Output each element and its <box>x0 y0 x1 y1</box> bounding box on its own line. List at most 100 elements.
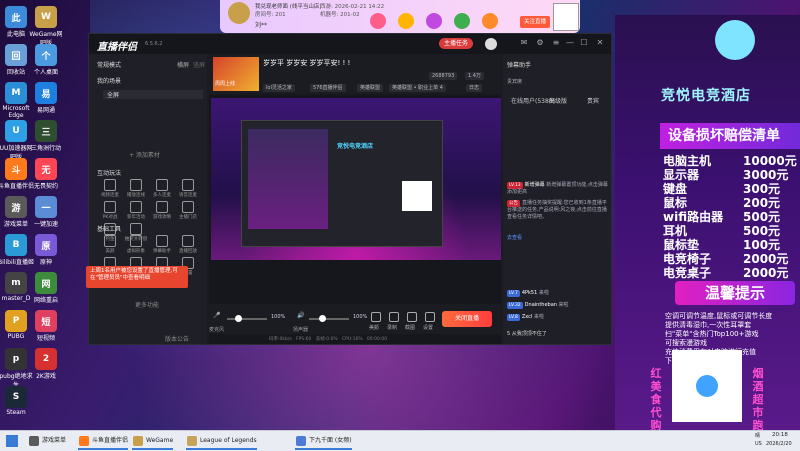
interact-item[interactable]: 多人连麦 <box>149 178 175 200</box>
more-features[interactable]: 更多功能 <box>135 300 159 309</box>
gift3-icon[interactable] <box>454 13 470 29</box>
user-avatar[interactable] <box>485 38 497 50</box>
mic-icon[interactable]: 🎤 <box>213 312 220 319</box>
taskbar-item[interactable]: 下九千面 (女频) <box>295 434 352 450</box>
speaker-slider[interactable] <box>309 315 349 322</box>
taskbar-item[interactable]: 斗鱼直播伴侣 <box>78 434 129 450</box>
clock-time[interactable]: 20:18 <box>772 432 788 438</box>
control-button[interactable]: 设置 <box>423 324 433 331</box>
chat-user[interactable]: Dnaintheban <box>525 302 559 308</box>
menu-icon[interactable]: ≡ <box>551 38 561 48</box>
streaming-app-window: 直播伴侣 6.5.6.2 主播任务 ✉ ⚙ ≡ — ☐ ✕ 常规模式 横屏 竖屏… <box>88 33 612 345</box>
tool-item[interactable]: 虚拟形象 <box>123 234 149 256</box>
interact-item[interactable]: 语音连麦 <box>175 178 201 200</box>
desktop-icon[interactable]: 易易网通 <box>28 82 64 114</box>
app-icon: 2 <box>35 348 57 370</box>
mode-toggle-2[interactable]: 竖屏 <box>193 60 205 69</box>
interact-label: 游戏攻略 <box>153 215 171 220</box>
desktop-icon[interactable]: 无无畏契约 <box>28 158 64 190</box>
tool-item[interactable]: 弹幕助手 <box>149 234 175 256</box>
stream-tag[interactable]: 576直播伴侣 <box>310 84 346 92</box>
desktop-icon[interactable]: S Steam <box>0 386 34 416</box>
app-logo: 直播伴侣 <box>97 42 137 53</box>
chat-text: 来啦 <box>533 314 544 320</box>
desktop-icon-label: 网络重启 <box>33 297 58 304</box>
clock-date[interactable]: 2026/2/20 <box>766 441 792 447</box>
chat-assistant-title: 弹幕助手 <box>507 62 532 69</box>
chat-user[interactable]: Zxcl <box>522 314 534 320</box>
interact-item[interactable]: PK对战 <box>97 200 123 222</box>
desktop-icon-label: 无畏契约 <box>33 183 58 190</box>
taskbar-item[interactable]: WeGame <box>132 434 174 450</box>
chat-link[interactable]: 去查看 <box>507 234 522 241</box>
stream-preview[interactable]: 竞悦电竞酒店 <box>211 98 501 260</box>
app-icon: P <box>5 310 27 332</box>
mode-toggle[interactable]: 横屏 <box>177 60 189 69</box>
control-button[interactable]: 美颜 <box>369 324 379 331</box>
tool-item[interactable]: 美颜 <box>97 234 123 256</box>
interact-item[interactable]: 视频连麦 <box>97 178 123 200</box>
control-button[interactable]: 录制 <box>387 324 397 331</box>
gift4-icon[interactable] <box>482 13 498 29</box>
stream-tag[interactable]: 英雄联盟 • 职业上单 4 <box>389 84 446 92</box>
minimize-icon[interactable]: — <box>565 38 575 48</box>
settings-icon[interactable]: ⚙ <box>535 38 545 48</box>
taskbar-item[interactable]: League of Legends <box>186 434 257 450</box>
close-icon[interactable]: ✕ <box>595 38 605 48</box>
start-icon[interactable] <box>6 435 18 447</box>
taskbar: 游戏菜单 斗鱼直播伴侣 WeGame League of Legends 下九千面 (女… <box>0 430 800 451</box>
desktop-icon[interactable]: 原原神 <box>28 234 64 266</box>
chat-user[interactable]: 新增弹幕 <box>525 182 547 188</box>
mail-icon[interactable]: ✉ <box>519 38 529 48</box>
lang[interactable]: US <box>755 441 762 447</box>
control-button[interactable]: 截图 <box>405 324 415 331</box>
desktop-icon[interactable]: WWeGame网吧版 <box>28 6 64 47</box>
gift-icon[interactable] <box>398 13 414 29</box>
stream-tag[interactable]: lol灵活之家 <box>263 84 295 92</box>
taskbar-label: 斗鱼直播伴侣 <box>92 437 129 444</box>
scene-label: 我的场景 <box>97 78 122 85</box>
interact-item[interactable]: 播放连线 <box>123 178 149 200</box>
add-source-button[interactable]: + 添加素材 <box>129 150 160 159</box>
taskbar-item[interactable]: 游戏菜单 <box>28 434 66 448</box>
taskbar-label: WeGame <box>146 437 174 444</box>
interact-item[interactable]: 游戏攻略 <box>149 200 175 222</box>
desktop-icon[interactable]: 网网络重启 <box>28 272 64 304</box>
tip-title: 温馨提示 <box>675 281 795 305</box>
chat-user[interactable]: 4Pk51 <box>522 290 539 296</box>
maximize-icon[interactable]: ☐ <box>579 38 589 48</box>
task-button[interactable]: 主播任务 <box>439 38 474 49</box>
desktop-icon[interactable]: 个个人桌面 <box>28 44 64 76</box>
stream-tag[interactable]: 日志 <box>466 84 483 92</box>
desktop-icon[interactable]: 一一键加速 <box>28 196 64 228</box>
interact-item[interactable]: 新年活动 <box>123 200 149 222</box>
scene-item[interactable]: 全屏 <box>103 90 203 99</box>
chat-badge: LV.8 <box>507 314 520 321</box>
chat-message: LV.32 Dnaintheban 来啦 <box>507 302 611 309</box>
taskbar-app-icon <box>79 436 89 446</box>
heart-icon[interactable] <box>370 13 386 29</box>
speaker-icon[interactable]: 🔊 <box>297 312 304 319</box>
chat-text: 来啦 <box>558 302 569 308</box>
mode-label[interactable]: 常规模式 <box>97 60 121 69</box>
follow-button[interactable]: 关注直播 <box>520 16 550 28</box>
admin-alert[interactable]: 上周1名用户被您设置了直播管理,可在"管理员员"中查看明细 <box>86 266 188 288</box>
desktop-icon[interactable]: 2 2K游戏 <box>28 348 64 380</box>
app-version: 6.5.6.2 <box>145 41 163 47</box>
desktop-icon-label: 原神 <box>39 259 52 266</box>
version-notice[interactable]: 版本公告 <box>165 334 189 343</box>
right-tab[interactable]: 高级版 <box>549 96 567 105</box>
stream-title[interactable]: 岁岁平 岁岁安 岁岁平安! ! ! <box>263 58 350 68</box>
tool-item[interactable]: 直播回放 <box>175 234 201 256</box>
desktop-icon[interactable]: 三三角洲行动 <box>28 120 64 152</box>
app-icon: 无 <box>35 158 57 180</box>
streamer-avatar <box>228 2 250 24</box>
stop-stream-button[interactable]: 关闭直播 <box>442 311 492 327</box>
interact-item[interactable]: 主播门店 <box>175 200 201 222</box>
desktop-icon[interactable]: 短短视频 <box>28 310 64 342</box>
tool-label: 直播回放 <box>179 249 197 254</box>
mic-slider[interactable] <box>227 315 267 322</box>
gift2-icon[interactable] <box>426 13 442 29</box>
right-tab[interactable]: 贵宾 <box>587 96 599 105</box>
stream-tag[interactable]: 英雄联盟 <box>357 84 384 92</box>
